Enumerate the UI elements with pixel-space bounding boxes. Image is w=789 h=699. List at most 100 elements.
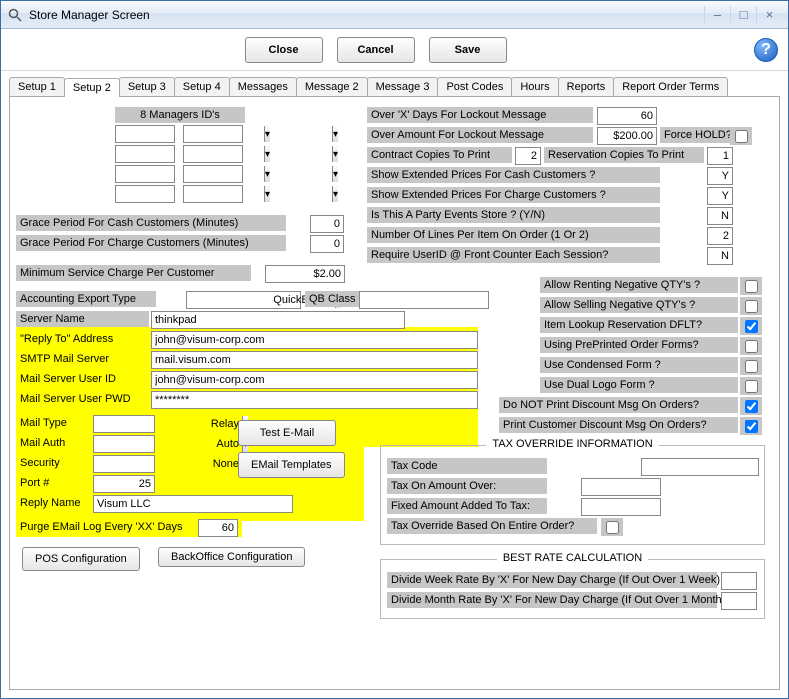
server-name-input[interactable] [151,311,405,329]
entire-order-checkbox[interactable] [606,521,619,534]
pos-config-button[interactable]: POS Configuration [22,547,140,571]
manager-id-1[interactable] [115,125,175,143]
fixed-amount-label: Fixed Amount Added To Tax: [387,498,547,514]
port-label: Port # [16,475,90,491]
over-days-input[interactable] [597,107,657,125]
qb-class-input[interactable] [359,291,489,309]
reservation-copies-input[interactable] [707,147,733,165]
condensed-checkbox[interactable] [745,360,758,373]
mail-pwd-input[interactable] [151,391,478,409]
over-days-label: Over 'X' Days For Lockout Message [367,107,593,123]
port-input[interactable] [93,475,155,493]
purge-label: Purge EMail Log Every 'XX' Days [16,519,194,535]
close-window-button[interactable]: × [756,6,782,24]
acct-export-label: Accounting Export Type [16,291,156,307]
condensed-label: Use Condensed Form ? [540,357,738,373]
security-select[interactable] [93,455,155,473]
tab-setup-2[interactable]: Setup 2 [64,78,120,97]
magnifier-icon [7,7,23,23]
print-cust-discount-label: Print Customer Discount Msg On Orders? [499,417,738,433]
close-button[interactable]: Close [245,37,323,63]
smtp-label: SMTP Mail Server [16,351,149,367]
contract-copies-input[interactable] [515,147,541,165]
smtp-input[interactable] [151,351,478,369]
party-store-input[interactable] [707,207,733,225]
manager-id-5[interactable] [183,125,243,143]
reply-to-input[interactable] [151,331,478,349]
party-store-label: Is This A Party Events Store ? (Y/N) [367,207,660,223]
rate-month-input[interactable] [721,592,757,610]
purge-input[interactable] [198,519,238,537]
allow-sell-neg-checkbox[interactable] [745,300,758,313]
security-label: Security [16,455,90,471]
mail-type-select[interactable] [93,415,155,433]
cancel-button[interactable]: Cancel [337,37,415,63]
dual-logo-checkbox[interactable] [745,380,758,393]
over-amount-input[interactable] [597,127,657,145]
qb-class-label: QB Class [305,291,359,307]
backoffice-config-button[interactable]: BackOffice Configuration [158,547,305,567]
managers-heading: 8 Managers ID's [115,107,245,123]
manager-id-8[interactable] [183,185,243,203]
fixed-amount-input[interactable] [581,498,661,516]
reply-name-label: Reply Name [16,495,90,511]
force-hold-checkbox[interactable] [735,130,748,143]
mail-pwd-label: Mail Server User PWD [16,391,149,407]
min-service-label: Minimum Service Charge Per Customer [16,265,251,281]
email-templates-button[interactable]: EMail Templates [238,452,345,478]
tax-on-amount-label: Tax On Amount Over: [387,478,547,494]
minimize-button[interactable]: – [704,6,730,24]
show-ext-cash-input[interactable] [707,167,733,185]
tab-setup-1[interactable]: Setup 1 [9,77,65,96]
contract-copies-label: Contract Copies To Print [367,147,512,163]
allow-sell-neg-label: Allow Selling Negative QTY's ? [540,297,738,313]
over-amount-label: Over Amount For Lockout Message [367,127,593,143]
maximize-button[interactable]: □ [730,6,756,24]
rate-month-label: Divide Month Rate By 'X' For New Day Cha… [387,592,717,608]
manager-id-2[interactable] [115,145,175,163]
tab-report-order-terms[interactable]: Report Order Terms [613,77,728,96]
acct-export-select[interactable] [186,291,301,309]
tab-messages[interactable]: Messages [229,77,297,96]
manager-id-6[interactable] [183,145,243,163]
tab-message-3[interactable]: Message 3 [367,77,439,96]
tax-on-amount-input[interactable] [581,478,661,496]
tax-code-label: Tax Code [387,458,547,474]
mail-user-label: Mail Server User ID [16,371,149,387]
help-icon[interactable]: ? [754,38,778,62]
grace-charge-input[interactable] [310,235,344,253]
rate-week-input[interactable] [721,572,757,590]
show-ext-charge-input[interactable] [707,187,733,205]
grace-cash-input[interactable] [310,215,344,233]
print-cust-discount-checkbox[interactable] [745,420,758,433]
test-email-button[interactable]: Test E-Mail [238,420,336,446]
best-rate-group: BEST RATE CALCULATION Divide Week Rate B… [380,559,765,619]
grace-charge-label: Grace Period For Charge Customers (Minut… [16,235,286,251]
tab-hours[interactable]: Hours [511,77,558,96]
mail-auth-select[interactable] [93,435,155,453]
mail-user-input[interactable] [151,371,478,389]
lines-per-item-input[interactable] [707,227,733,245]
manager-id-7[interactable] [183,165,243,183]
allow-rent-neg-checkbox[interactable] [745,280,758,293]
mail-auth-label: Mail Auth [16,435,90,451]
reservation-copies-label: Reservation Copies To Print [544,147,704,163]
min-service-input[interactable] [265,265,345,283]
force-hold-label: Force HOLD? [660,127,736,143]
no-discount-checkbox[interactable] [745,400,758,413]
tab-setup-4[interactable]: Setup 4 [174,77,230,96]
require-userid-input[interactable] [707,247,733,265]
manager-id-4[interactable] [115,185,175,203]
tab-setup-3[interactable]: Setup 3 [119,77,175,96]
manager-id-3[interactable] [115,165,175,183]
tax-override-title: TAX OVERRIDE INFORMATION [486,438,658,450]
preprinted-checkbox[interactable] [745,340,758,353]
show-ext-cash-label: Show Extended Prices For Cash Customers … [367,167,660,183]
tax-code-select[interactable] [641,458,759,476]
tab-post-codes[interactable]: Post Codes [437,77,512,96]
tab-reports[interactable]: Reports [558,77,615,96]
reply-name-input[interactable] [93,495,293,513]
save-button[interactable]: Save [429,37,507,63]
item-lookup-checkbox[interactable] [745,320,758,333]
tab-message-2[interactable]: Message 2 [296,77,368,96]
